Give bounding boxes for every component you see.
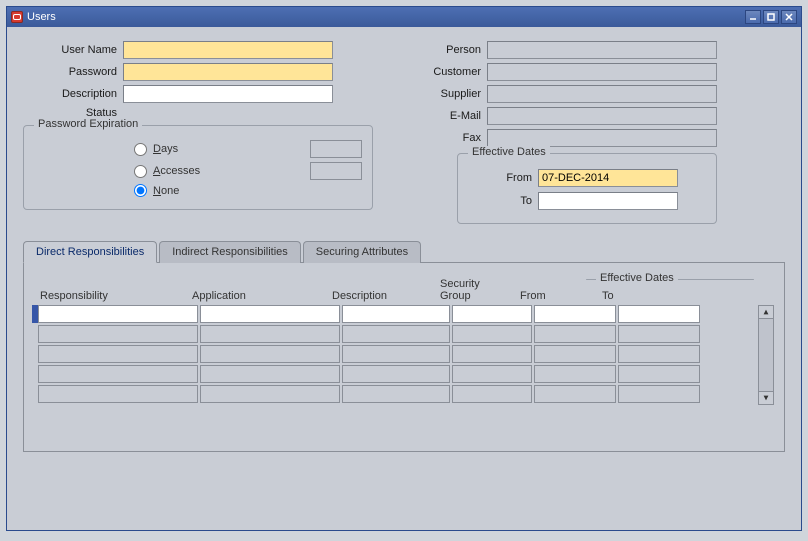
label-supplier: Supplier <box>397 88 487 100</box>
col-to: To <box>602 290 684 305</box>
cell-description[interactable] <box>342 365 450 383</box>
label-days: Days <box>153 143 178 155</box>
table-row[interactable] <box>32 385 754 403</box>
tab-securing-attributes[interactable]: Securing Attributes <box>303 241 421 263</box>
user-name-field[interactable] <box>123 41 333 59</box>
scroll-down-button[interactable] <box>758 391 774 405</box>
fax-field[interactable] <box>487 129 717 147</box>
cell-from[interactable] <box>534 345 616 363</box>
cell-to[interactable] <box>618 305 700 323</box>
cell-application[interactable] <box>200 365 340 383</box>
label-user-name: User Name <box>23 44 123 56</box>
cell-to[interactable] <box>618 365 700 383</box>
cell-application[interactable] <box>200 305 340 323</box>
cell-security-group[interactable] <box>452 325 532 343</box>
oracle-icon <box>11 11 23 23</box>
cell-security-group[interactable] <box>452 385 532 403</box>
cell-responsibility[interactable] <box>38 305 198 323</box>
minimize-button[interactable] <box>745 10 761 24</box>
email-field[interactable] <box>487 107 717 125</box>
cell-from[interactable] <box>534 385 616 403</box>
label-description: Description <box>23 88 123 100</box>
tab-panel: Responsibility Application Description S… <box>23 262 785 452</box>
titlebar[interactable]: Users <box>7 7 801 27</box>
cell-to[interactable] <box>618 345 700 363</box>
cell-responsibility[interactable] <box>38 365 198 383</box>
label-none: None <box>153 185 179 197</box>
tab-direct-responsibilities[interactable]: Direct Responsibilities <box>23 241 157 263</box>
cell-description[interactable] <box>342 385 450 403</box>
days-field[interactable] <box>310 140 362 158</box>
tab-indirect-responsibilities[interactable]: Indirect Responsibilities <box>159 241 301 263</box>
password-expiration-legend: Password Expiration <box>34 118 142 130</box>
supplier-field[interactable] <box>487 85 717 103</box>
window-content: User Name Password Description Status Pa… <box>7 27 801 530</box>
scroll-track[interactable] <box>758 319 774 391</box>
cell-from[interactable] <box>534 305 616 323</box>
col-responsibility: Responsibility <box>32 290 192 305</box>
col-description: Description <box>332 290 440 305</box>
col-application: Application <box>192 290 332 305</box>
cell-responsibility[interactable] <box>38 325 198 343</box>
cell-from[interactable] <box>534 325 616 343</box>
close-button[interactable] <box>781 10 797 24</box>
cell-security-group[interactable] <box>452 345 532 363</box>
tabs: Direct Responsibilities Indirect Respons… <box>23 240 785 452</box>
cell-from[interactable] <box>534 365 616 383</box>
window-buttons <box>745 10 797 24</box>
cell-to[interactable] <box>618 325 700 343</box>
label-to: To <box>468 195 538 207</box>
cell-responsibility[interactable] <box>38 345 198 363</box>
table-row[interactable] <box>32 345 754 363</box>
password-expiration-group: Password Expiration Days Accesses <box>23 125 373 210</box>
table-row[interactable] <box>32 305 754 323</box>
cell-security-group[interactable] <box>452 365 532 383</box>
password-field[interactable] <box>123 63 333 81</box>
customer-field[interactable] <box>487 63 717 81</box>
responsibilities-grid: Responsibility Application Description S… <box>32 273 754 405</box>
cell-description[interactable] <box>342 325 450 343</box>
vertical-scrollbar[interactable] <box>758 305 774 405</box>
cell-description[interactable] <box>342 345 450 363</box>
radio-accesses[interactable] <box>134 165 147 178</box>
table-row[interactable] <box>32 325 754 343</box>
cell-application[interactable] <box>200 325 340 343</box>
radio-none[interactable] <box>134 184 147 197</box>
label-person: Person <box>397 44 487 56</box>
effective-dates-group: Effective Dates From To <box>457 153 717 224</box>
effective-dates-legend: Effective Dates <box>468 146 550 158</box>
col-from: From <box>520 290 602 305</box>
col-effective-dates: Effective Dates <box>596 272 678 284</box>
to-date-field[interactable] <box>538 192 678 210</box>
cell-application[interactable] <box>200 345 340 363</box>
users-window: Users User Name Password Description Sta… <box>6 6 802 531</box>
cell-to[interactable] <box>618 385 700 403</box>
label-from: From <box>468 172 538 184</box>
description-field[interactable] <box>123 85 333 103</box>
scroll-up-button[interactable] <box>758 305 774 319</box>
from-date-field[interactable] <box>538 169 678 187</box>
table-row[interactable] <box>32 365 754 383</box>
window-title: Users <box>27 11 745 23</box>
radio-days[interactable] <box>134 143 147 156</box>
label-password: Password <box>23 66 123 78</box>
cell-responsibility[interactable] <box>38 385 198 403</box>
label-accesses: Accesses <box>153 165 200 177</box>
person-field[interactable] <box>487 41 717 59</box>
col-security-group: Security Group <box>440 278 520 305</box>
accesses-field[interactable] <box>310 162 362 180</box>
cell-description[interactable] <box>342 305 450 323</box>
cell-application[interactable] <box>200 385 340 403</box>
maximize-button[interactable] <box>763 10 779 24</box>
label-customer: Customer <box>397 66 487 78</box>
cell-security-group[interactable] <box>452 305 532 323</box>
label-fax: Fax <box>397 132 487 144</box>
label-email: E-Mail <box>397 110 487 122</box>
